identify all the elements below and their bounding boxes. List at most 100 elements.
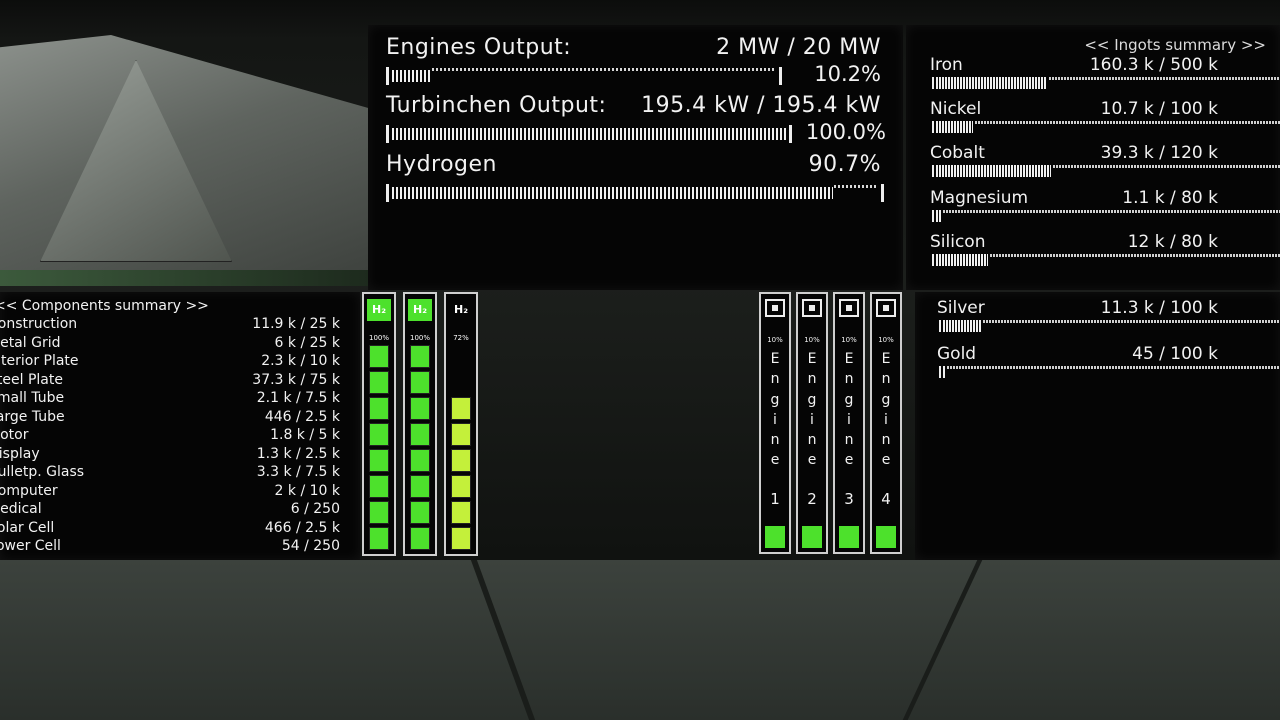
ingot-item: Magnesium 1.1 k / 80 k	[930, 188, 1280, 232]
engines-output-row: Engines Output: 2 MW / 20 MW	[386, 35, 881, 60]
engine-gauge: 10% Engine 2	[796, 292, 828, 554]
engine-gauge: 10% Engine 3	[833, 292, 865, 554]
component-row: Steel Plate 37.3 k / 75 k	[0, 372, 340, 390]
ingot-item: Silicon 12 k / 80 k	[930, 232, 1280, 276]
components-summary-panel: << Components summary >> Construction 11.…	[0, 292, 360, 560]
ingot-value: 45 / 100 k	[1132, 344, 1218, 364]
ingots-summary-panel: << Ingots summary >> Iron 160.3 k / 500 k…	[906, 25, 1280, 290]
ingot-value: 11.3 k / 100 k	[1100, 298, 1218, 318]
component-row: Interior Plate 2.3 k / 10 k	[0, 353, 340, 371]
component-row: Display 1.3 k / 2.5 k	[0, 446, 340, 464]
engine-name: Engine	[770, 351, 780, 469]
tank-level-cell	[451, 371, 471, 394]
component-row: Power Cell 54 / 250	[0, 538, 340, 556]
ingot-bar-dots	[990, 253, 1280, 257]
component-value: 37.3 k / 75 k	[252, 371, 340, 388]
ingot-name: Silver	[937, 298, 985, 318]
hydrogen-label: Hydrogen	[386, 152, 497, 177]
tank-percent: 72%	[453, 334, 469, 342]
ingot-item: Iron 160.3 k / 500 k	[930, 55, 1280, 99]
ingot-item: Nickel 10.7 k / 100 k	[930, 99, 1280, 143]
h2-icon: H₂	[453, 303, 469, 316]
ingot-bar	[939, 320, 1280, 332]
ingots-summary-panel-2: Silver 11.3 k / 100 k Gold 45 / 100 k	[915, 292, 1280, 560]
engine-name: Engine	[807, 351, 817, 469]
engine-name: Engine	[844, 351, 854, 469]
turbine-output-fill	[392, 128, 786, 140]
component-name: Steel Plate	[0, 371, 63, 388]
tank-level-cell	[451, 423, 471, 446]
component-row: Metal Grid 6 k / 25 k	[0, 335, 340, 353]
tank-level-cell	[410, 527, 430, 550]
tank-level-cell	[369, 423, 389, 446]
engine-gauge: 10% Engine 4	[870, 292, 902, 554]
engine-percent: 10%	[841, 336, 857, 344]
tank-level-cell	[451, 527, 471, 550]
hydrogen-tank-gauge: H₂ 100%	[362, 292, 396, 556]
engine-level-fill	[839, 526, 859, 548]
turbine-output-track	[386, 125, 792, 143]
tank-level-cells	[410, 345, 430, 550]
ingot-bar-dots	[947, 366, 1280, 369]
ingot-value: 160.3 k / 500 k	[1089, 55, 1218, 75]
component-name: Construction	[0, 316, 78, 332]
component-name: Metal Grid	[0, 334, 61, 351]
tank-level-cell	[451, 345, 471, 368]
tank-percent: 100%	[368, 334, 389, 342]
tank-level-cell	[410, 423, 430, 446]
ingot-name: Cobalt	[930, 143, 985, 164]
tank-level-cell	[410, 371, 430, 394]
tank-level-cell	[369, 527, 389, 550]
ingot-bar-fill	[943, 366, 945, 378]
tank-level-cell	[410, 475, 430, 498]
ingot-value: 10.7 k / 100 k	[1100, 99, 1218, 120]
hydrogen-track	[386, 184, 884, 202]
components-summary-title: << Components summary >>	[0, 298, 209, 314]
engine-level-fill	[876, 526, 896, 548]
engine-icon	[839, 299, 859, 317]
ingot-bar-dots	[943, 209, 1280, 213]
ingot-bar-fill	[936, 165, 1051, 178]
engine-number: 1	[770, 490, 780, 508]
component-row: Solar Cell 466 / 2.5 k	[0, 520, 340, 538]
component-name: Motor	[0, 427, 29, 443]
component-name: Solar Cell	[0, 519, 55, 536]
ingot-name: Iron	[930, 55, 963, 75]
engine-percent: 10%	[878, 336, 894, 344]
component-row: Bulletp. Glass 3.3 k / 7.5 k	[0, 464, 340, 482]
component-name: Medical	[0, 501, 42, 517]
engine-icon	[765, 299, 785, 317]
hydrogen-row: Hydrogen 90.7%	[386, 152, 881, 177]
tank-level-cell	[410, 397, 430, 420]
component-name: Bulletp. Glass	[0, 464, 85, 480]
component-value: 466 / 2.5 k	[264, 519, 340, 536]
ingot-item: Gold 45 / 100 k	[937, 344, 1280, 388]
component-value: 54 / 250	[281, 538, 340, 554]
hydrogen-bar	[386, 182, 886, 204]
turbine-output-percent: 100.0%	[805, 120, 886, 144]
hydrogen-tank-gauge: H₂ 100%	[403, 292, 437, 556]
engine-number: 4	[881, 490, 891, 508]
ingot-bar	[932, 253, 1280, 266]
engine-number: 3	[844, 490, 854, 508]
hydrogen-fill	[392, 187, 833, 199]
tank-level-cell	[451, 397, 471, 420]
ingot-bar-dots	[983, 320, 1280, 323]
engine-percent: 10%	[804, 336, 820, 344]
component-value: 6 k / 25 k	[274, 334, 340, 351]
tank-level-cell	[369, 475, 389, 498]
component-value: 11.9 k / 25 k	[252, 316, 340, 332]
floor-seam	[470, 560, 536, 720]
engines-output-percent: 10.2%	[814, 62, 881, 86]
ingot-value: 39.3 k / 120 k	[1100, 143, 1218, 164]
ingot-bar-fill	[936, 253, 988, 266]
component-row: Large Tube 446 / 2.5 k	[0, 409, 340, 427]
tank-level-cell	[451, 449, 471, 472]
h2-icon: H₂	[408, 299, 432, 321]
ingot-bar-dots	[1053, 165, 1280, 169]
hydrogen-dots	[834, 185, 877, 188]
engine-level-fill	[765, 526, 785, 548]
ingot-bar-dots	[1049, 77, 1280, 80]
turbine-output-row: Turbinchen Output: 195.4 kW / 195.4 kW	[386, 93, 881, 118]
tank-level-cells	[369, 345, 389, 550]
